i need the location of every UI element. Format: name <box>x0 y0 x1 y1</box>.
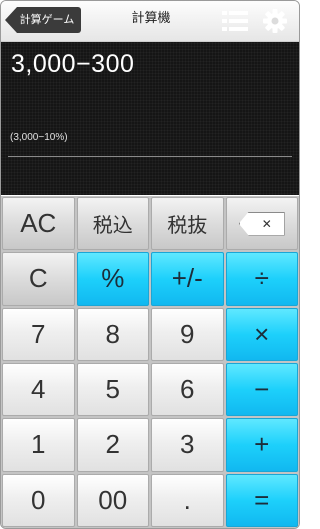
backspace-button[interactable]: ✕ <box>225 197 298 251</box>
digit-0-button[interactable]: 0 <box>2 473 75 527</box>
sub-expression-text: (3,000−10%) <box>10 132 68 143</box>
equals-button[interactable]: = <box>225 473 298 527</box>
digit-1-button[interactable]: 1 <box>2 418 75 472</box>
page-title: 計算機 <box>131 11 171 26</box>
menu-icon[interactable] <box>222 10 248 32</box>
tax-included-button[interactable]: 税込 <box>76 197 149 251</box>
digit-6-button[interactable]: 6 <box>151 362 224 417</box>
digit-8-button[interactable]: 8 <box>76 307 149 361</box>
multiply-button[interactable]: × <box>225 307 298 361</box>
gear-icon[interactable] <box>262 8 288 34</box>
subtract-button[interactable]: − <box>225 362 298 417</box>
tax-excluded-button[interactable]: 税抜 <box>151 197 224 251</box>
add-button[interactable]: + <box>225 418 298 472</box>
double-zero-button[interactable]: 00 <box>76 473 149 527</box>
calculator-display: 3,000−300 (3,000−10%) <box>1 42 299 195</box>
top-bar: 計算ゲーム 計算機 <box>1 1 299 42</box>
digit-5-button[interactable]: 5 <box>76 362 149 417</box>
plus-minus-button[interactable]: +/- <box>151 252 224 306</box>
keypad: AC 税込 税抜 ✕ C % +/- ÷ 7 8 9 × 4 5 6 − 1 2… <box>1 196 299 528</box>
all-clear-button[interactable]: AC <box>2 197 75 251</box>
digit-2-button[interactable]: 2 <box>76 418 149 472</box>
backspace-icon: ✕ <box>238 211 285 236</box>
back-button[interactable]: 計算ゲーム <box>5 7 81 33</box>
digit-3-button[interactable]: 3 <box>151 418 224 472</box>
digit-9-button[interactable]: 9 <box>151 307 224 361</box>
calculator-window: 計算ゲーム 計算機 3,000−300 (3,000−10%) AC 税込 税抜… <box>0 0 300 529</box>
expression-text: 3,000−300 <box>11 50 135 78</box>
decimal-point-button[interactable]: . <box>151 473 224 527</box>
percent-button[interactable]: % <box>76 252 149 306</box>
digit-7-button[interactable]: 7 <box>2 307 75 361</box>
clear-button[interactable]: C <box>2 252 75 306</box>
display-divider <box>8 156 292 157</box>
backspace-x-mark: ✕ <box>261 216 272 231</box>
digit-4-button[interactable]: 4 <box>2 362 75 417</box>
divide-button[interactable]: ÷ <box>225 252 298 306</box>
